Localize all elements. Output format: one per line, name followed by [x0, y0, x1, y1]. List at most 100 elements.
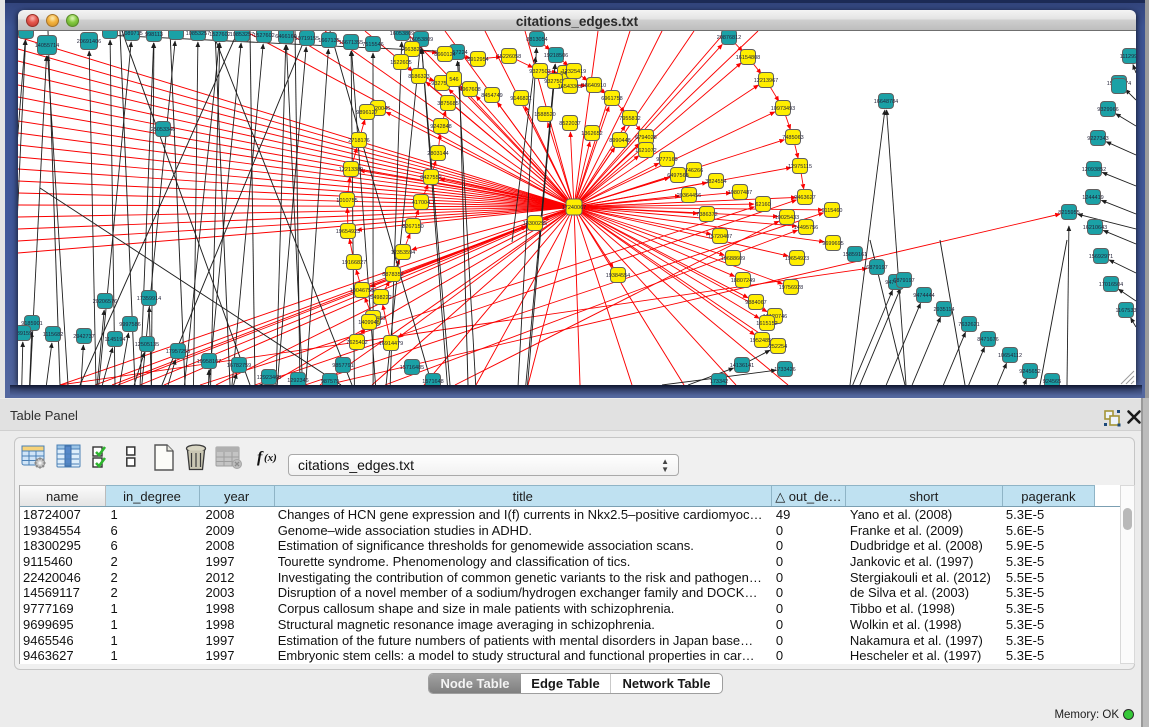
- svg-text:19218506: 19218506: [544, 53, 568, 59]
- svg-text:9699695: 9699695: [822, 241, 843, 247]
- svg-text:12325419: 12325419: [562, 69, 586, 75]
- svg-text:6961758: 6961758: [601, 96, 622, 102]
- svg-text:1588520: 1588520: [534, 112, 555, 118]
- svg-text:7632621: 7632621: [958, 322, 979, 328]
- svg-text:8186323: 8186323: [408, 74, 429, 80]
- svg-text:8471676: 8471676: [977, 337, 998, 343]
- svg-text:6497568: 6497568: [667, 173, 688, 179]
- svg-text:8660124: 8660124: [434, 52, 455, 58]
- svg-text:1733426: 1733426: [774, 367, 795, 373]
- svg-text:16210643: 16210643: [1083, 225, 1107, 231]
- svg-text:7386372: 7386372: [696, 212, 717, 218]
- svg-text:15859161: 15859161: [843, 252, 867, 258]
- svg-text:2935114: 2935114: [933, 307, 954, 313]
- svg-text:1167533: 1167533: [1115, 308, 1136, 314]
- svg-text:9857791: 9857791: [332, 363, 353, 369]
- svg-text:939159: 939159: [18, 331, 32, 337]
- svg-text:8912954: 8912954: [467, 57, 488, 63]
- svg-text:15692971: 15692971: [1089, 254, 1113, 260]
- svg-text:10958107: 10958107: [197, 359, 221, 365]
- svg-text:10688609: 10688609: [721, 256, 745, 262]
- svg-text:9463627: 9463627: [794, 195, 815, 201]
- svg-text:6466160: 6466160: [275, 34, 296, 40]
- svg-text:5498222: 5498222: [370, 295, 391, 301]
- svg-text:16543362: 16543362: [558, 84, 582, 90]
- svg-text:18640910: 18640910: [582, 83, 606, 89]
- svg-text:546: 546: [449, 77, 458, 83]
- svg-text:2942737: 2942737: [73, 334, 94, 340]
- svg-text:19166827: 19166827: [342, 260, 366, 266]
- svg-text:9115460: 9115460: [821, 208, 842, 214]
- svg-text:20364456: 20364456: [677, 193, 701, 199]
- svg-text:1010755: 1010755: [336, 198, 357, 204]
- svg-text:19654923: 19654923: [336, 229, 360, 235]
- svg-text:8813054: 8813054: [526, 37, 547, 43]
- svg-text:252254: 252254: [769, 344, 787, 350]
- svg-text:1621072: 1621072: [635, 148, 656, 154]
- svg-text:1527602: 1527602: [253, 33, 274, 39]
- svg-text:18807249: 18807249: [731, 278, 755, 284]
- svg-text:10025433: 10025433: [775, 215, 799, 221]
- svg-text:8990448: 8990448: [609, 138, 630, 144]
- svg-text:14495756: 14495756: [794, 225, 818, 231]
- svg-text:2718176: 2718176: [348, 138, 369, 144]
- svg-text:9997586: 9997586: [119, 322, 140, 328]
- svg-text:1115682: 1115682: [43, 332, 64, 338]
- svg-text:7625402: 7625402: [346, 340, 367, 346]
- svg-text:62160: 62160: [755, 202, 770, 208]
- svg-text:8427552: 8427552: [420, 175, 441, 181]
- svg-text:15226058: 15226058: [497, 54, 521, 60]
- svg-text:1527602: 1527602: [209, 32, 230, 38]
- svg-text:998113: 998113: [145, 32, 163, 38]
- svg-text:9884067: 9884067: [745, 300, 766, 306]
- svg-text:3824554: 3824554: [705, 179, 726, 185]
- svg-text:6794028: 6794028: [635, 135, 656, 141]
- svg-text:7663822: 7663822: [401, 47, 422, 53]
- svg-text:f: f: [257, 449, 264, 466]
- svg-text:2803144: 2803144: [427, 151, 448, 157]
- svg-text:8267150: 8267150: [402, 224, 423, 230]
- svg-text:12093852: 12093852: [1082, 167, 1106, 173]
- svg-text:9227343: 9227343: [1087, 136, 1108, 142]
- svg-text:3875685: 3875685: [437, 101, 458, 107]
- svg-text:1112997: 1112997: [1120, 54, 1136, 60]
- svg-text:15716485: 15716485: [400, 365, 424, 371]
- svg-text:12923468: 12923468: [257, 375, 281, 381]
- svg-text:20691406: 20691406: [77, 39, 101, 45]
- svg-text:1362652: 1362652: [581, 131, 602, 137]
- svg-text:1244419: 1244419: [1082, 195, 1103, 201]
- svg-text:9242848: 9242848: [430, 124, 451, 130]
- svg-text:9474444: 9474444: [913, 293, 934, 299]
- svg-text:10807487: 10807487: [728, 190, 752, 196]
- svg-text:6879197: 6879197: [866, 265, 887, 271]
- svg-text:7485063: 7485063: [782, 135, 803, 141]
- svg-text:16914479: 16914479: [379, 341, 403, 347]
- svg-text:17016504: 17016504: [1099, 282, 1123, 288]
- svg-text:1089715: 1089715: [121, 31, 142, 37]
- svg-text:1409948: 1409948: [358, 320, 379, 326]
- svg-text:25053346: 25053346: [151, 127, 175, 133]
- svg-text:19384554: 19384554: [606, 273, 630, 279]
- svg-text:1522605: 1522605: [390, 60, 411, 66]
- svg-text:14136141: 14136141: [730, 363, 754, 369]
- svg-text:9329966: 9329966: [1097, 107, 1118, 113]
- svg-text:19756928: 19756928: [779, 285, 803, 291]
- svg-text:10853257: 10853257: [230, 32, 254, 38]
- svg-text:15720407: 15720407: [708, 234, 732, 240]
- svg-text:(x): (x): [264, 452, 277, 464]
- svg-text:16782759: 16782759: [227, 363, 251, 369]
- svg-text:1292346: 1292346: [287, 378, 308, 384]
- svg-text:14055714: 14055714: [35, 43, 59, 49]
- svg-text:12353594: 12353594: [391, 250, 415, 256]
- svg-text:16154808: 16154808: [736, 55, 760, 61]
- svg-text:17240067: 17240067: [562, 205, 586, 211]
- svg-text:16648784: 16648784: [874, 99, 898, 105]
- svg-text:1667135: 1667135: [318, 38, 339, 44]
- svg-text:7955812: 7955812: [619, 116, 640, 122]
- svg-text:9327503: 9327503: [529, 69, 550, 75]
- svg-text:8454749: 8454749: [481, 93, 502, 99]
- svg-text:6879197: 6879197: [893, 278, 914, 284]
- svg-text:1145194: 1145194: [104, 337, 125, 343]
- svg-text:9245652: 9245652: [1019, 369, 1040, 375]
- svg-text:8878352: 8878352: [382, 272, 403, 278]
